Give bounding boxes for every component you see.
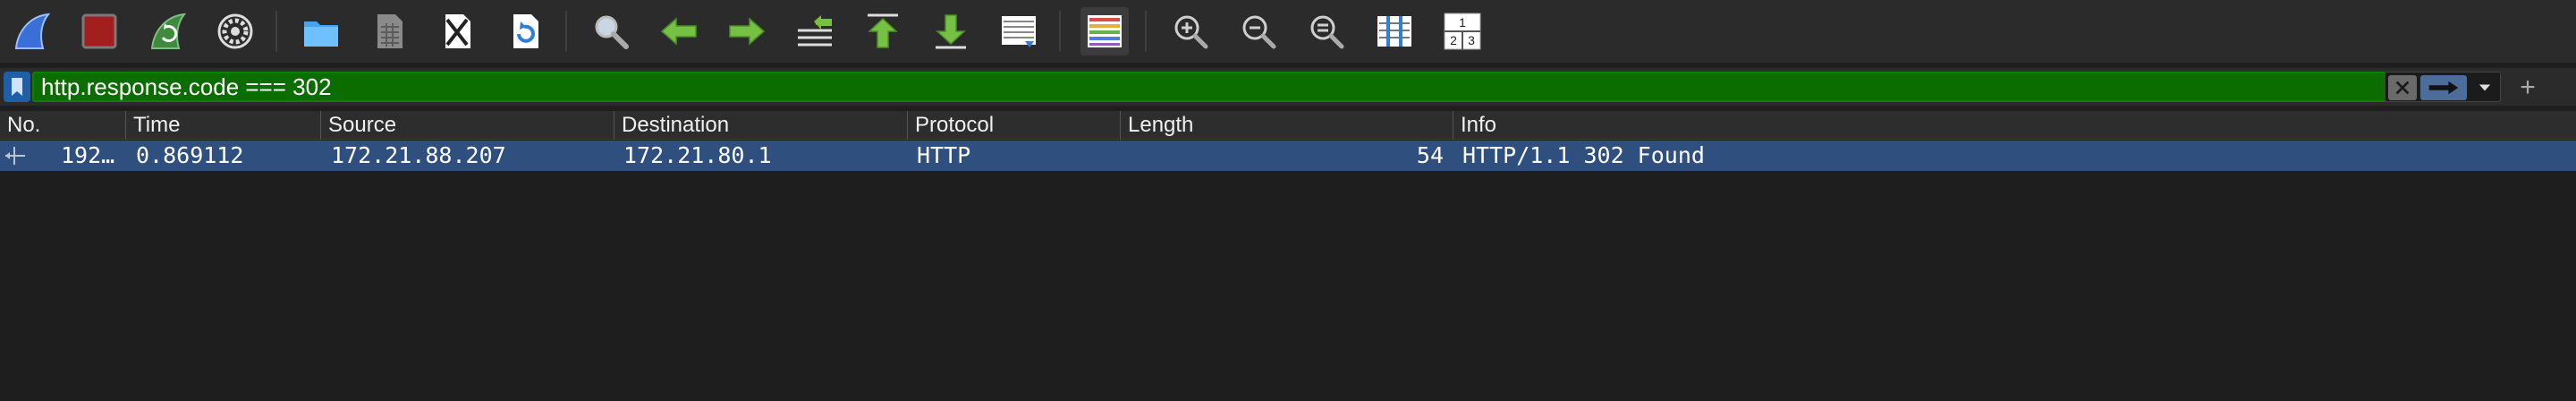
restart-capture-icon	[150, 13, 187, 49]
column-header-source[interactable]: Source	[320, 111, 614, 140]
add-filter-button[interactable]: +	[2513, 73, 2542, 102]
colorize-icon	[1088, 15, 1122, 47]
go-to-packet-button[interactable]	[791, 7, 839, 55]
cell-no: 192…	[61, 142, 115, 168]
normal-size-icon	[1310, 15, 1344, 49]
save-file-button[interactable]	[365, 7, 413, 55]
auto-scroll-icon	[1002, 16, 1036, 47]
capture-options-button[interactable]	[211, 7, 259, 55]
shark-fin-start-icon	[14, 13, 51, 49]
main-toolbar: 1 2 3	[0, 0, 2576, 63]
auto-scroll-button[interactable]	[995, 7, 1043, 55]
column-header-no[interactable]: No.	[0, 111, 125, 140]
packet-list-header: No. Time Source Destination Protocol Len…	[0, 111, 2576, 140]
reload-file-button[interactable]	[501, 7, 549, 55]
cell-destination: 172.21.80.1	[623, 142, 772, 168]
zoom-out-button[interactable]	[1234, 7, 1283, 55]
zoom-in-icon	[1174, 15, 1208, 49]
layout-panes-icon: 1 2 3	[1444, 13, 1481, 50]
stop-capture-button[interactable]	[75, 7, 123, 55]
save-file-icon	[377, 14, 402, 48]
apply-filter-button[interactable]	[2420, 75, 2467, 100]
reload-file-icon	[513, 14, 538, 48]
resize-columns-button[interactable]	[1370, 7, 1419, 55]
zoom-out-icon	[1242, 15, 1276, 49]
resize-columns-icon	[1377, 16, 1411, 47]
toolbar-separator	[1059, 11, 1061, 52]
stop-capture-icon	[81, 13, 117, 49]
go-forward-button[interactable]	[723, 7, 771, 55]
display-filter-bar: http.response.code === 302 +	[0, 68, 2576, 106]
clear-filter-button[interactable]	[2388, 75, 2417, 100]
layout-digit-2: 2	[1450, 33, 1457, 47]
filter-bookmark-button[interactable]	[4, 72, 30, 102]
column-header-time[interactable]: Time	[125, 111, 320, 140]
cell-source: 172.21.88.207	[331, 142, 506, 168]
cell-time: 0.869112	[136, 142, 244, 168]
layout-digit-1: 1	[1459, 15, 1466, 30]
go-to-last-packet-icon	[936, 14, 966, 49]
toolbar-separator	[1145, 11, 1147, 52]
normal-size-button[interactable]	[1302, 7, 1351, 55]
bookmark-icon	[12, 78, 22, 96]
go-to-last-packet-button[interactable]	[927, 7, 975, 55]
close-file-icon	[445, 14, 470, 48]
start-capture-button[interactable]	[7, 7, 55, 55]
clear-x-icon	[2395, 81, 2410, 95]
toolbar-separator	[565, 11, 567, 52]
go-back-arrow-icon	[660, 17, 697, 46]
colorize-button[interactable]	[1080, 7, 1129, 55]
table-row[interactable]: 192… 0.869112 172.21.88.207 172.21.80.1 …	[0, 141, 2576, 171]
open-file-button[interactable]	[297, 7, 345, 55]
cell-info: HTTP/1.1 302 Found	[1462, 142, 1705, 168]
go-to-packet-icon	[798, 15, 832, 47]
go-back-button[interactable]	[655, 7, 703, 55]
display-filter-input[interactable]: http.response.code === 302	[32, 72, 2386, 102]
layout-panes-button[interactable]: 1 2 3	[1438, 7, 1487, 55]
find-packet-button[interactable]	[587, 7, 635, 55]
go-forward-arrow-icon	[729, 17, 766, 46]
close-file-button[interactable]	[433, 7, 481, 55]
capture-options-gear-icon	[217, 13, 253, 49]
cell-protocol: HTTP	[917, 142, 971, 168]
restart-capture-button[interactable]	[143, 7, 191, 55]
open-file-folder-icon	[304, 21, 338, 47]
cell-length: 54	[1416, 142, 1444, 168]
toolbar-separator	[275, 11, 277, 52]
go-to-first-packet-button[interactable]	[859, 7, 907, 55]
packet-list: No. Time Source Destination Protocol Len…	[0, 111, 2576, 401]
go-to-first-packet-icon	[868, 13, 898, 48]
zoom-in-button[interactable]	[1166, 7, 1215, 55]
column-header-info[interactable]: Info	[1453, 111, 2576, 140]
related-packet-marker-icon	[5, 147, 25, 165]
layout-digit-3: 3	[1468, 33, 1475, 47]
chevron-down-icon	[2479, 84, 2491, 91]
column-header-destination[interactable]: Destination	[614, 111, 907, 140]
column-header-length[interactable]: Length	[1120, 111, 1453, 140]
apply-arrow-icon	[2428, 81, 2459, 95]
recent-filters-dropdown[interactable]	[2472, 75, 2497, 100]
column-header-protocol[interactable]: Protocol	[907, 111, 1120, 140]
find-packet-magnifier-icon	[595, 15, 629, 49]
